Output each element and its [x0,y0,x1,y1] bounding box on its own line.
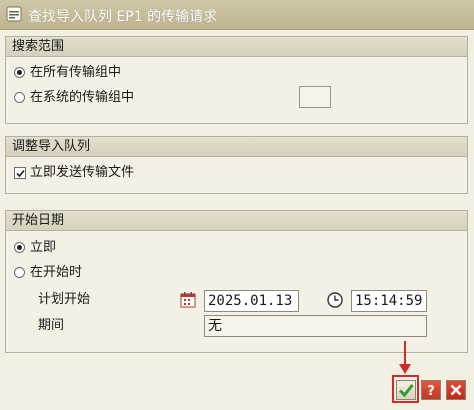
radio-label: 立即 [30,240,57,255]
radio-label: 在系统的传输组中 [30,90,135,105]
start-date-group: 开始日期 立即 在开始时 计划开始 2025.01.13 15:14:59 期间… [5,210,468,353]
calendar-icon[interactable] [179,291,197,309]
send-transport-files-checkbox[interactable] [14,167,26,179]
cancel-button[interactable] [446,380,466,400]
radio-label: 在开始时 [30,265,83,280]
planned-start-label: 计划开始 [38,292,91,307]
adjust-queue-group: 调整导入队列 立即发送传输文件 [5,136,468,194]
confirm-button[interactable] [396,380,416,400]
period-field: 无 [204,315,427,337]
start-date-header: 开始日期 [6,211,467,231]
annotation-arrow-icon [399,341,411,374]
clock-icon[interactable] [326,291,344,309]
checkmark-icon [16,169,25,178]
svg-text:?: ? [427,384,435,399]
help-icon: ? [427,384,435,399]
search-scope-header: 搜索范围 [6,37,467,57]
planned-start-time-input[interactable]: 15:14:59 [351,290,427,312]
radio-label: 在所有传输组中 [30,65,122,80]
checkbox-label: 立即发送传输文件 [30,165,135,180]
radio-button-checked[interactable] [14,242,25,253]
period-label: 期间 [38,318,65,333]
cancel-icon [450,384,462,396]
adjust-queue-header: 调整导入队列 [6,137,467,157]
radio-button-checked[interactable] [14,67,25,78]
planned-start-date-input[interactable]: 2025.01.13 [204,290,299,312]
radio-button[interactable] [14,267,25,278]
transport-group-field[interactable] [299,86,331,108]
check-icon [398,384,414,398]
window-menu-icon[interactable] [6,6,22,22]
help-button[interactable]: ? [421,380,441,400]
title-bar: 查找导入队列 EP1 的传输请求 [0,0,474,30]
window-title: 查找导入队列 EP1 的传输请求 [28,9,218,25]
search-scope-group: 搜索范围 在所有传输组中 在系统的传输组中 [5,36,468,124]
radio-button[interactable] [14,92,25,103]
